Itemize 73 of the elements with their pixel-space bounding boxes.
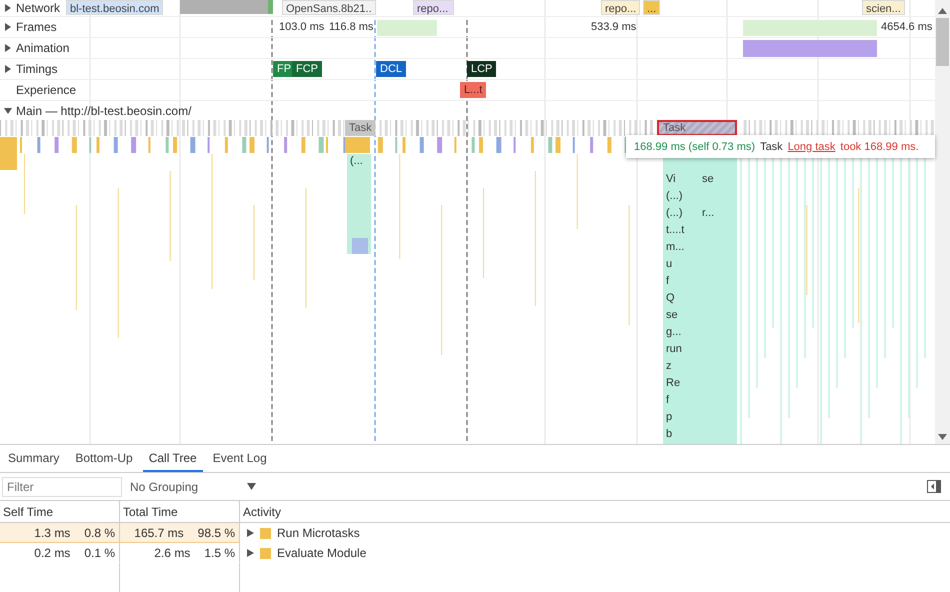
flame-label[interactable]: (... (350, 155, 363, 167)
track-label[interactable]: Animation (16, 41, 70, 55)
sidebar-toggle-icon[interactable] (927, 480, 941, 493)
network-request[interactable]: ... (643, 0, 660, 15)
track-label[interactable]: Frames (16, 20, 57, 34)
network-request[interactable]: scien... (862, 0, 905, 15)
expand-arrow-icon[interactable] (4, 44, 12, 52)
call-frame[interactable]: se (664, 307, 680, 324)
table-cell: 165.7 ms 98.5 % (120, 523, 240, 543)
task-block[interactable]: Task (345, 120, 375, 136)
scroll-up-icon[interactable] (938, 8, 947, 14)
call-frame[interactable]: f (664, 392, 672, 409)
expand-arrow-icon[interactable] (4, 106, 12, 114)
call-frame[interactable]: Vi (664, 171, 678, 188)
expand-arrow-icon[interactable] (4, 65, 12, 73)
column-header[interactable]: Self Time (0, 501, 120, 522)
frame-time: 116.8 ms (329, 21, 374, 33)
track-label[interactable]: Main — http://bl-test.beosin.com/ (16, 104, 192, 118)
frame-bar (377, 20, 437, 36)
call-frame[interactable]: u (664, 256, 674, 273)
track-label[interactable]: Network (16, 1, 60, 15)
call-frame[interactable]: t....t (664, 222, 686, 239)
grouping-dropdown[interactable]: No Grouping (130, 480, 256, 494)
expand-arrow-icon[interactable] (247, 549, 254, 557)
call-frame[interactable]: m... (664, 239, 686, 256)
column-header[interactable]: Total Time (120, 501, 240, 522)
frame-time: 533.9 ms (591, 21, 636, 33)
scroll-down-icon[interactable] (938, 434, 947, 440)
filter-field[interactable]: Filter (2, 476, 122, 496)
call-frame[interactable]: b (664, 426, 674, 443)
expand-arrow-icon[interactable] (4, 4, 12, 12)
column-header[interactable]: Activity (240, 501, 950, 522)
dropdown-arrow-icon (247, 483, 256, 490)
call-frame[interactable]: g... (664, 324, 684, 341)
call-frame[interactable]: p (664, 409, 674, 426)
tooltip-name: Task (760, 140, 783, 152)
tooltip-message: took 168.99 ms. (840, 140, 919, 152)
long-task-link[interactable]: Long task (788, 140, 836, 152)
call-frame[interactable]: (...) (664, 188, 684, 205)
timing-marker[interactable]: DCL (376, 61, 406, 77)
network-request[interactable]: repo... (413, 0, 454, 15)
call-frame[interactable]: (...) (664, 205, 684, 222)
activity-name[interactable]: Run Microtasks (277, 526, 360, 540)
timing-marker[interactable]: LCP (467, 61, 496, 77)
panel-tab[interactable]: Summary (2, 445, 66, 472)
network-request[interactable]: bl-test.beosin.com (66, 0, 164, 15)
table-cell: 0.2 ms 0.1 % (0, 543, 120, 563)
scrollbar-thumb[interactable] (936, 18, 949, 66)
panel-tab[interactable]: Call Tree (142, 445, 203, 472)
network-request[interactable]: repo... (601, 0, 640, 15)
frame-time: 4654.6 ms (881, 21, 932, 33)
table-cell: 1.3 ms 0.8 % (0, 523, 120, 543)
call-frame[interactable]: Re (664, 375, 682, 392)
frame-time: 103.0 ms (279, 21, 324, 33)
table-cell: 2.6 ms 1.5 % (120, 543, 240, 563)
call-frame[interactable]: se (702, 171, 714, 188)
layout-shift-marker[interactable]: L...t (460, 82, 486, 98)
call-frame[interactable]: Q (664, 290, 677, 307)
call-frame[interactable]: f (664, 273, 672, 290)
network-request[interactable]: OpenSans.8b21.. (282, 0, 376, 15)
panel-tab[interactable]: Event Log (206, 445, 273, 472)
call-frame[interactable]: run (664, 341, 684, 358)
expand-arrow-icon[interactable] (247, 529, 254, 537)
call-frame[interactable]: z (664, 358, 674, 375)
tooltip-duration: 168.99 ms (self 0.73 ms) (634, 140, 756, 152)
scrollbar[interactable] (935, 0, 950, 444)
call-frame[interactable]: r... (702, 205, 714, 222)
panel-tab[interactable]: Bottom-Up (69, 445, 139, 472)
timing-marker[interactable]: FCP (292, 61, 322, 77)
track-label[interactable]: Experience (16, 83, 76, 97)
activity-name[interactable]: Evaluate Module (277, 546, 366, 560)
track-label[interactable]: Timings (16, 62, 58, 76)
expand-arrow-icon[interactable] (4, 23, 12, 31)
